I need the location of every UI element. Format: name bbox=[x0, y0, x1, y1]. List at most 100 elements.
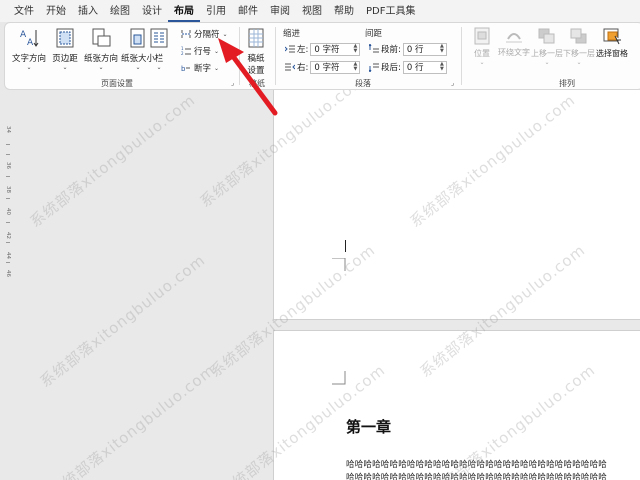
tab-file[interactable]: 文件 bbox=[8, 0, 40, 22]
text-direction-label: 文字方向 bbox=[11, 54, 46, 64]
body-text-line[interactable]: 哈哈哈哈哈哈哈哈哈哈哈哈哈哈哈哈哈哈哈哈哈哈哈哈哈哈哈哈哈哈 bbox=[346, 458, 607, 470]
tab-home[interactable]: 开始 bbox=[40, 0, 72, 22]
manuscript-settings-button[interactable]: 稿纸 设置 bbox=[241, 25, 271, 76]
ruler-number: 46 bbox=[5, 270, 11, 277]
spin-arrows-icon[interactable]: ▲ ▼ bbox=[438, 44, 446, 54]
paragraph-launcher-icon[interactable]: ⌟ bbox=[451, 79, 454, 87]
send-backward-button[interactable]: 下移一层 ⌄ bbox=[561, 27, 597, 66]
watermark-text: 系统部落xitongbuluo.com bbox=[36, 250, 209, 391]
hyphenation-label: 断字 bbox=[194, 64, 212, 74]
margins-button[interactable]: 页边距 ⌄ bbox=[45, 25, 85, 71]
group-divider bbox=[275, 27, 276, 85]
svg-text:b: b bbox=[181, 65, 186, 73]
tab-draw[interactable]: 绘图 bbox=[104, 0, 136, 22]
body-text-line[interactable]: 哈哈哈哈哈哈哈哈哈哈哈哈哈哈哈哈哈哈哈哈哈哈哈哈哈哈哈哈哈哈 bbox=[346, 471, 607, 480]
tab-design[interactable]: 设计 bbox=[136, 0, 168, 22]
chevron-down-icon: ⌄ bbox=[222, 30, 228, 38]
ruler-tick bbox=[6, 176, 10, 177]
spin-arrows-icon[interactable]: ▲ ▼ bbox=[438, 62, 446, 72]
wrap-text-button[interactable]: 环绕文字 bbox=[495, 27, 533, 58]
spacing-after-value: 0 行 bbox=[406, 63, 424, 73]
margins-icon bbox=[56, 28, 74, 48]
manuscript-icon bbox=[248, 28, 264, 48]
chevron-down-icon: ⌄ bbox=[156, 64, 162, 71]
tab-layout[interactable]: 布局 bbox=[168, 0, 200, 22]
svg-text:2: 2 bbox=[181, 51, 184, 56]
indent-right-label: 右: bbox=[297, 63, 309, 73]
chevron-down-icon: ⌄ bbox=[544, 59, 550, 66]
hyphenation-button[interactable]: b 断字 ⌄ bbox=[181, 61, 219, 75]
ruler-number: 44 bbox=[5, 252, 11, 259]
orientation-label: 纸张方向 bbox=[83, 54, 118, 64]
selection-pane-icon bbox=[603, 28, 621, 45]
spacing-after-icon bbox=[369, 63, 379, 72]
spacing-before-icon bbox=[369, 44, 379, 53]
bring-forward-button[interactable]: 上移一层 ⌄ bbox=[529, 27, 565, 66]
tab-pdf-tools[interactable]: PDF工具集 bbox=[360, 0, 421, 22]
document-page-1[interactable] bbox=[273, 90, 640, 320]
ruler-number: 40 bbox=[5, 208, 11, 215]
indent-left-input[interactable]: 0 字符 ▲ ▼ bbox=[310, 42, 361, 56]
tab-view[interactable]: 视图 bbox=[296, 0, 328, 22]
position-label: 位置 bbox=[474, 49, 490, 58]
text-cursor bbox=[345, 240, 346, 252]
tab-references[interactable]: 引用 bbox=[200, 0, 232, 22]
ruler-tick bbox=[6, 198, 10, 199]
wrap-text-icon bbox=[506, 33, 522, 43]
watermark-text: 系统部落xitongbuluo.com bbox=[46, 360, 219, 480]
ruler-number: 36 bbox=[5, 162, 11, 169]
line-numbers-button[interactable]: 12 行号 ⌄ bbox=[181, 44, 219, 58]
spacing-title: 间距 bbox=[365, 29, 383, 39]
group-divider bbox=[461, 27, 462, 85]
breaks-button[interactable]: 分隔符 ⌄ bbox=[181, 27, 228, 41]
breaks-label: 分隔符 bbox=[194, 30, 220, 40]
chapter-heading[interactable]: 第一章 bbox=[346, 416, 391, 437]
manuscript-label-1: 稿纸 bbox=[247, 54, 265, 64]
manuscript-group-label: 稿纸 bbox=[249, 79, 265, 88]
tab-mailings[interactable]: 邮件 bbox=[232, 0, 264, 22]
columns-button[interactable]: 栏 ⌄ bbox=[147, 25, 171, 71]
position-button[interactable]: 位置 ⌄ bbox=[465, 27, 499, 66]
line-numbers-label: 行号 bbox=[194, 47, 212, 57]
spacing-before-row: 段前: 0 行 ▲ ▼ bbox=[369, 42, 447, 56]
ribbon-tab-bar: 文件 开始 插入 绘图 设计 布局 引用 邮件 审阅 视图 帮助 PDF工具集 bbox=[0, 0, 640, 22]
document-page-2[interactable]: 第一章 哈哈哈哈哈哈哈哈哈哈哈哈哈哈哈哈哈哈哈哈哈哈哈哈哈哈哈哈哈哈 哈哈哈哈哈… bbox=[273, 330, 640, 480]
spacing-before-value: 0 行 bbox=[406, 45, 424, 55]
watermark-text: 系统部落xitongbuluo.com bbox=[26, 90, 199, 231]
manuscript-label-2: 设置 bbox=[247, 66, 265, 76]
chevron-down-icon: ⌄ bbox=[62, 64, 68, 71]
ribbon-panel: A A 文字方向 ⌄ 页边距 ⌄ 纸张方向 ⌄ 纸张大小 ⌄ 栏 ⌄ 分隔符 ⌄… bbox=[4, 22, 640, 90]
ruler-number: 38 bbox=[5, 186, 11, 193]
vertical-ruler[interactable]: 34 36 38 40 42 44 46 bbox=[2, 102, 14, 480]
group-divider bbox=[239, 27, 240, 85]
spacing-before-input[interactable]: 0 行 ▲ ▼ bbox=[402, 42, 447, 56]
margins-label: 页边距 bbox=[52, 54, 78, 64]
svg-text:A: A bbox=[27, 38, 34, 48]
indent-right-value: 0 字符 bbox=[314, 63, 340, 73]
ruler-tick bbox=[6, 222, 10, 223]
tab-help[interactable]: 帮助 bbox=[328, 0, 360, 22]
text-direction-button[interactable]: A A 文字方向 ⌄ bbox=[9, 25, 49, 71]
indent-right-input[interactable]: 0 字符 ▲ ▼ bbox=[310, 60, 361, 74]
indent-right-icon bbox=[285, 63, 295, 71]
breaks-icon bbox=[181, 30, 191, 38]
ruler-number: 34 bbox=[5, 126, 11, 133]
paper-size-icon bbox=[130, 28, 145, 48]
selection-pane-label: 选择窗格 bbox=[596, 49, 628, 58]
spacing-after-input[interactable]: 0 行 ▲ ▼ bbox=[402, 60, 447, 74]
indent-left-icon bbox=[285, 45, 295, 53]
spin-arrows-icon[interactable]: ▲ ▼ bbox=[351, 62, 359, 72]
chevron-down-icon: ⌄ bbox=[135, 64, 141, 71]
tab-insert[interactable]: 插入 bbox=[72, 0, 104, 22]
orientation-button[interactable]: 纸张方向 ⌄ bbox=[81, 25, 121, 71]
ruler-tick bbox=[6, 262, 10, 263]
send-backward-label: 下移一层 bbox=[563, 49, 595, 58]
ruler-tick bbox=[6, 242, 10, 243]
position-icon bbox=[474, 27, 490, 45]
spin-arrows-icon[interactable]: ▲ ▼ bbox=[351, 44, 359, 54]
tab-review[interactable]: 审阅 bbox=[264, 0, 296, 22]
indent-right-row: 右: 0 字符 ▲ ▼ bbox=[285, 60, 361, 74]
page-setup-launcher-icon[interactable]: ⌟ bbox=[231, 79, 234, 87]
text-direction-icon: A A bbox=[20, 30, 39, 48]
selection-pane-button[interactable]: 选择窗格 bbox=[593, 27, 631, 59]
